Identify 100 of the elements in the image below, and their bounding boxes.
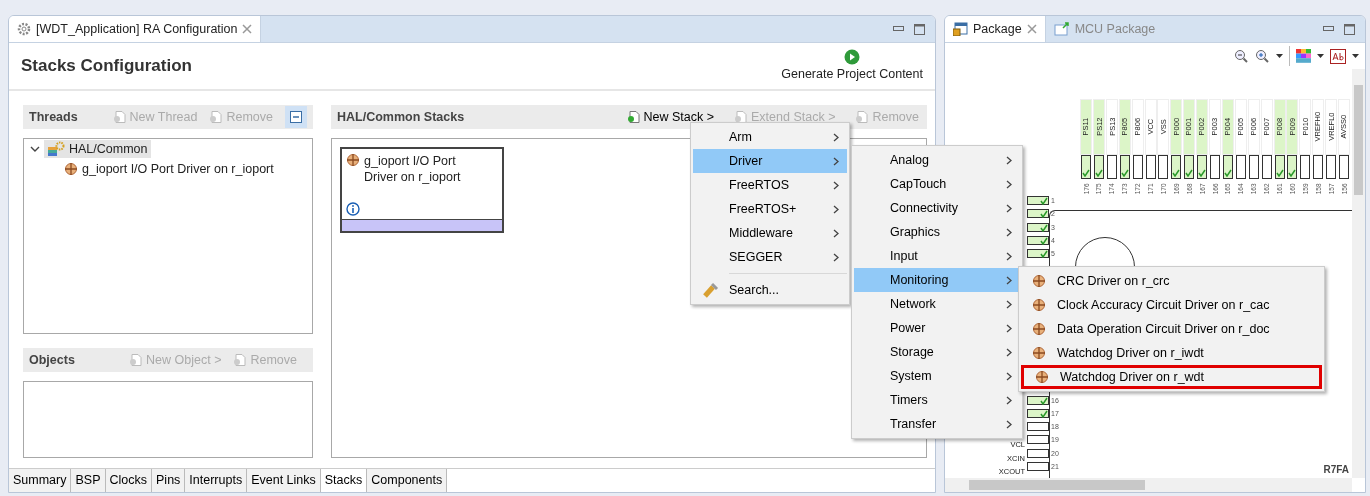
- menu-item[interactable]: Search...: [693, 278, 847, 302]
- pin[interactable]: [1197, 155, 1208, 179]
- menu-item[interactable]: System: [854, 364, 1020, 388]
- pin[interactable]: [1027, 235, 1049, 245]
- editor-tab[interactable]: Event Links: [247, 469, 321, 492]
- submenu-chevron-icon: [1006, 371, 1012, 381]
- zoom-in-icon[interactable]: [1255, 48, 1270, 64]
- crosshair-icon: [1032, 346, 1046, 360]
- submenu-chevron-icon: [833, 252, 839, 262]
- editor-tab[interactable]: Components: [367, 469, 448, 492]
- menu-item[interactable]: Input: [854, 244, 1020, 268]
- view-tab[interactable]: Package: [945, 16, 1046, 42]
- submenu-chevron-icon: [1006, 419, 1012, 429]
- pin[interactable]: [1027, 448, 1049, 458]
- pin[interactable]: [1093, 155, 1104, 179]
- pin[interactable]: [1027, 408, 1049, 418]
- horizontal-scrollbar[interactable]: [945, 478, 1352, 492]
- pin[interactable]: [1300, 155, 1311, 179]
- tree-item[interactable]: g_ioport I/O Port Driver on r_ioport: [64, 159, 274, 179]
- dropdown-caret-icon[interactable]: [1352, 54, 1359, 58]
- menu-item[interactable]: Graphics: [854, 220, 1020, 244]
- dropdown-caret-icon[interactable]: [1317, 54, 1324, 58]
- pin[interactable]: [1222, 155, 1233, 179]
- pin[interactable]: [1171, 155, 1182, 179]
- pin[interactable]: [1027, 209, 1049, 219]
- maximize-icon[interactable]: [1344, 23, 1355, 35]
- pin[interactable]: [1081, 155, 1091, 179]
- menu-item[interactable]: Network: [854, 292, 1020, 316]
- menu-item[interactable]: Clock Accuracy Circuit Driver on r_cac: [1021, 293, 1322, 317]
- pin[interactable]: [1235, 155, 1246, 179]
- menu-item[interactable]: Watchdog Driver on r_iwdt: [1021, 341, 1322, 365]
- menu-item[interactable]: FreeRTOS: [693, 173, 847, 197]
- color-grid-icon[interactable]: [1296, 49, 1311, 63]
- pin[interactable]: [1119, 155, 1130, 179]
- pin[interactable]: [1027, 462, 1049, 471]
- window-icon: [953, 22, 968, 36]
- minimize-icon[interactable]: [1323, 26, 1334, 32]
- collapse-all-icon: [289, 110, 303, 124]
- pin[interactable]: [1027, 196, 1049, 205]
- editor-tab[interactable]: Pins: [152, 469, 186, 492]
- menu-item[interactable]: Arm: [693, 125, 847, 149]
- pin[interactable]: [1210, 155, 1220, 179]
- pin[interactable]: [1287, 155, 1298, 179]
- menu-item[interactable]: FreeRTOS+: [693, 197, 847, 221]
- submenu-chevron-icon: [1006, 275, 1012, 285]
- editor-tab[interactable]: BSP: [71, 469, 106, 492]
- menu-item[interactable]: Watchdog Driver on r_wdt: [1021, 365, 1322, 389]
- pin[interactable]: [1339, 155, 1349, 179]
- menu-item[interactable]: Power: [854, 316, 1020, 340]
- section-title: HAL/Common Stacks: [337, 108, 465, 126]
- pin[interactable]: [1326, 155, 1337, 179]
- pin[interactable]: [1145, 155, 1156, 179]
- dropdown-caret-icon[interactable]: [1276, 54, 1283, 58]
- submenu-chevron-icon: [1006, 155, 1012, 165]
- maximize-icon[interactable]: [914, 23, 925, 35]
- menu-item[interactable]: Data Operation Circuit Driver on r_doc: [1021, 317, 1322, 341]
- zoom-out-icon[interactable]: [1234, 48, 1249, 64]
- pin[interactable]: [1027, 395, 1049, 405]
- menu-item[interactable]: Connectivity: [854, 196, 1020, 220]
- menu-item[interactable]: Transfer: [854, 412, 1020, 436]
- pin[interactable]: [1313, 155, 1324, 179]
- collapse-all-button[interactable]: [285, 106, 307, 128]
- tree-item[interactable]: HAL/Common: [44, 139, 151, 159]
- pin[interactable]: [1158, 155, 1169, 179]
- pin[interactable]: [1274, 155, 1285, 179]
- pin[interactable]: [1248, 155, 1259, 179]
- pin[interactable]: [1027, 435, 1049, 445]
- pin[interactable]: [1132, 155, 1143, 179]
- menu-item[interactable]: Timers: [854, 388, 1020, 412]
- editor-tab[interactable]: [WDT_Application] RA Configuration: [9, 16, 262, 42]
- menu-item[interactable]: CapTouch: [854, 172, 1020, 196]
- text-style-icon[interactable]: [1330, 48, 1346, 64]
- pin[interactable]: [1184, 155, 1195, 179]
- menu-item[interactable]: SEGGER: [693, 245, 847, 269]
- menu-item[interactable]: Storage: [854, 340, 1020, 364]
- menu-item[interactable]: Middleware: [693, 221, 847, 245]
- pin[interactable]: [1027, 249, 1049, 259]
- editor-tab[interactable]: Interrupts: [185, 469, 248, 492]
- menu-item[interactable]: CRC Driver on r_crc: [1021, 269, 1322, 293]
- info-icon[interactable]: [346, 201, 360, 216]
- minimize-icon[interactable]: [893, 26, 904, 32]
- page-heading: Stacks Configuration: [21, 55, 192, 78]
- page-icon: [129, 353, 144, 367]
- menu-item[interactable]: Monitoring: [854, 268, 1020, 292]
- menu-item[interactable]: Driver: [693, 149, 847, 173]
- stack-icon: [47, 141, 65, 157]
- generate-button[interactable]: Generate Project Content: [781, 48, 923, 84]
- pin[interactable]: [1106, 155, 1117, 179]
- play-icon: [844, 48, 861, 65]
- editor-tab[interactable]: Clocks: [105, 469, 152, 492]
- menu-item[interactable]: Analog: [854, 148, 1020, 172]
- editor-tab[interactable]: Summary: [9, 469, 72, 492]
- pin[interactable]: [1027, 222, 1049, 232]
- module-card[interactable]: g_ioport I/O Port Driver on r_ioport: [340, 147, 504, 233]
- close-icon[interactable]: [1026, 24, 1037, 34]
- toolbar-button[interactable]: New Stack >: [624, 107, 716, 127]
- vertical-scrollbar[interactable]: [1352, 69, 1365, 478]
- close-icon[interactable]: [242, 24, 253, 34]
- pin[interactable]: [1261, 155, 1272, 179]
- pin[interactable]: [1027, 422, 1049, 432]
